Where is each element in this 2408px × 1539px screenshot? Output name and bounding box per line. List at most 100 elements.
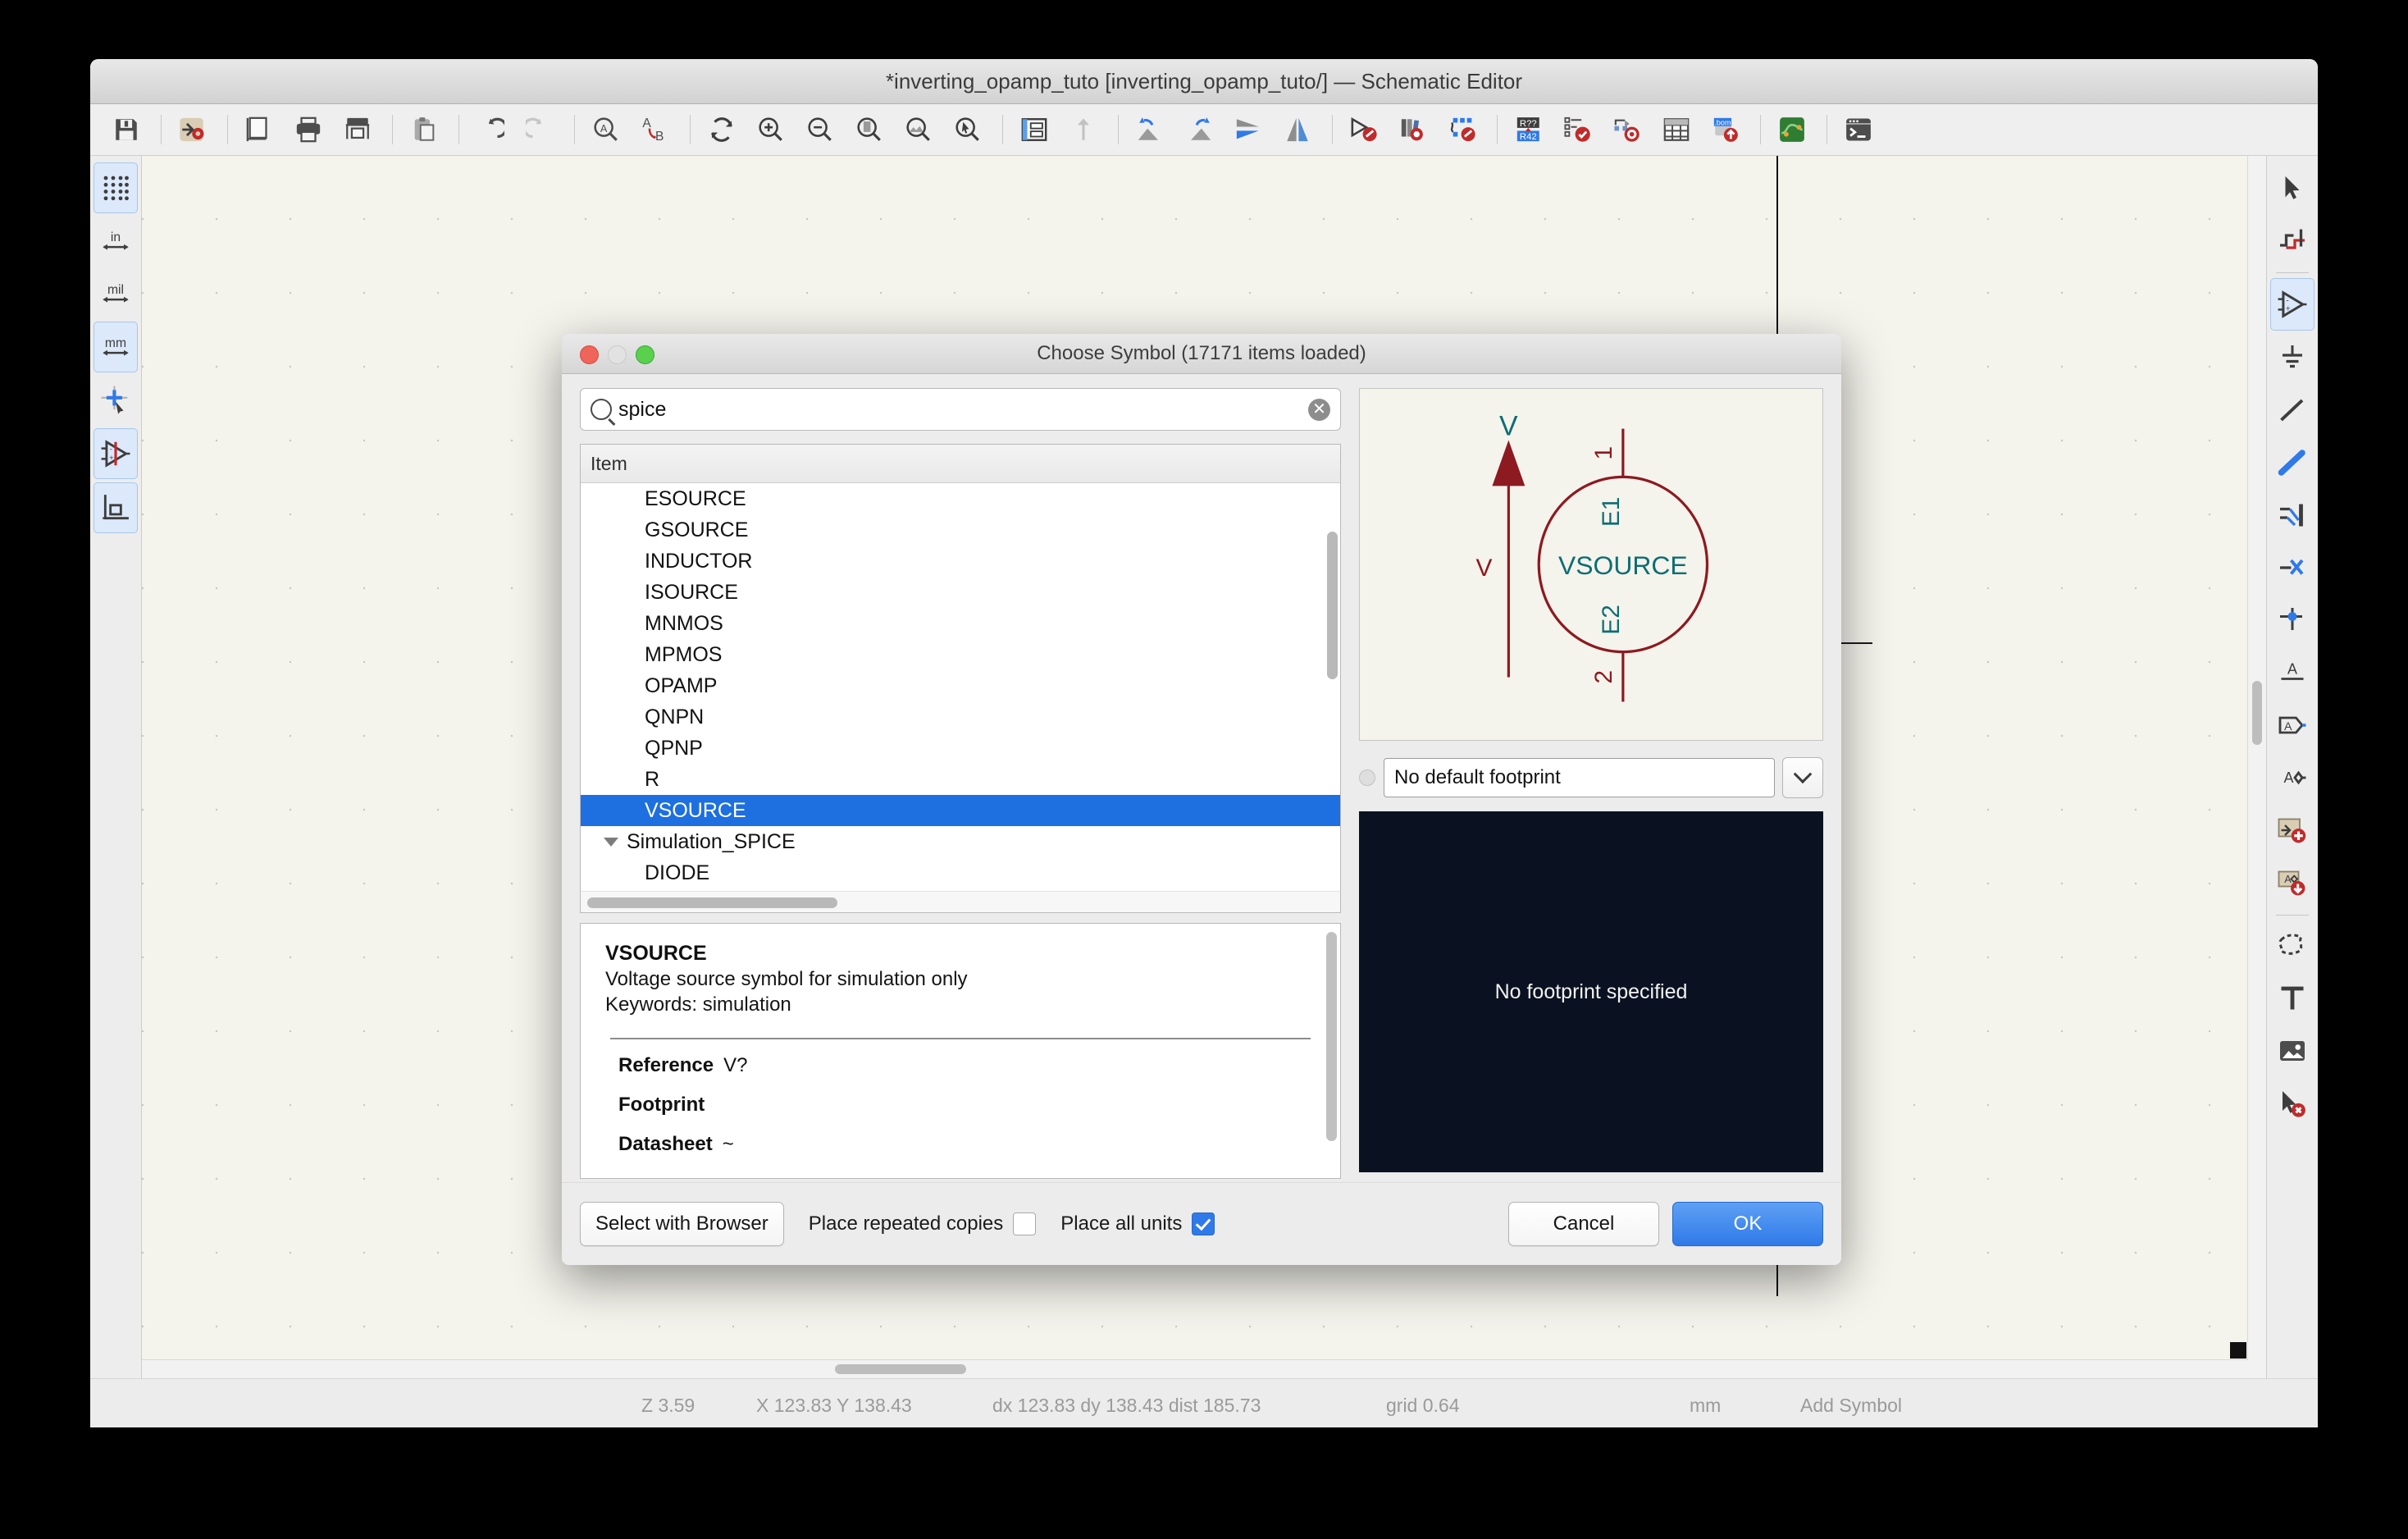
ok-button[interactable]: OK [1672, 1202, 1823, 1246]
symbol-tree[interactable]: Item ESOURCE GSOURCE INDUCTOR ISOURCE MN… [580, 444, 1341, 913]
scripting-console-button[interactable] [1836, 108, 1881, 151]
tree-item[interactable]: MNMOS [581, 608, 1340, 639]
place-all-units-checkbox-row[interactable]: Place all units [1060, 1212, 1215, 1235]
select-tool-button[interactable] [2271, 162, 2314, 213]
canvas-horizontal-scrollbar[interactable] [142, 1359, 2248, 1378]
redo-button[interactable] [517, 108, 563, 151]
paste-button[interactable] [401, 108, 447, 151]
place-repeated-copies-checkbox[interactable] [1013, 1212, 1037, 1235]
print-button[interactable] [285, 108, 331, 151]
clear-icon[interactable]: ✕ [1308, 398, 1330, 421]
toggle-grid-button[interactable] [93, 162, 138, 213]
tree-item[interactable]: INDUCTOR [581, 546, 1340, 577]
tree-horizontal-scroll-thumb[interactable] [587, 897, 837, 908]
units-inches-button[interactable]: in [94, 217, 137, 266]
symbol-search-field[interactable]: ✕ [580, 388, 1341, 431]
highlight-net-button[interactable] [2271, 215, 2314, 266]
delete-tool-button[interactable] [2271, 1078, 2314, 1129]
chevron-down-icon[interactable] [604, 838, 618, 847]
add-no-connect-button[interactable] [2271, 542, 2314, 593]
draw-bus-button[interactable] [2271, 437, 2314, 488]
canvas-vertical-scrollbar[interactable] [2247, 156, 2266, 1378]
mirror-horizontal-button[interactable] [1225, 108, 1271, 151]
hierarchy-navigator-button[interactable] [1011, 108, 1057, 151]
rotate-ccw-button[interactable] [1127, 108, 1173, 151]
add-hierarchical-label-button[interactable]: A [2271, 752, 2314, 803]
annotate-button[interactable]: R?? R42 [1506, 108, 1552, 151]
add-hierarchical-sheet-button[interactable] [2271, 805, 2314, 856]
zoom-in-button[interactable] [748, 108, 794, 151]
tree-horizontal-scrollbar[interactable] [581, 891, 1340, 912]
select-with-browser-button[interactable]: Select with Browser [580, 1202, 784, 1246]
svg-text:+: + [109, 454, 114, 463]
import-sheet-pin-button[interactable]: A [2271, 857, 2314, 908]
plot-button[interactable] [335, 108, 381, 151]
zoom-selection-button[interactable] [945, 108, 991, 151]
tree-item[interactable]: ESOURCE [581, 483, 1340, 514]
canvas-vertical-scroll-thumb[interactable] [2252, 681, 2262, 745]
place-repeated-copies-checkbox-row[interactable]: Place repeated copies [809, 1212, 1037, 1235]
add-symbol-button[interactable]: - + [2270, 278, 2315, 331]
add-net-label-button[interactable]: A [2271, 647, 2314, 698]
draw-polygon-button[interactable] [2271, 920, 2314, 971]
zoom-out-button[interactable] [797, 108, 843, 151]
bom-export-button[interactable]: .bom [1703, 108, 1749, 151]
cancel-button[interactable]: Cancel [1508, 1202, 1659, 1246]
tree-item[interactable]: R [581, 764, 1340, 795]
main-toolbar: A AB R?? R42 .bom [90, 104, 2318, 156]
tree-vertical-scrollbar[interactable] [1327, 492, 1338, 898]
zoom-fit-objects-button[interactable] [896, 108, 942, 151]
description-field-reference: Reference V? [618, 1054, 1316, 1077]
add-junction-button[interactable] [2271, 595, 2314, 646]
edit-symbol-fields-button[interactable] [1341, 108, 1387, 151]
tree-item[interactable]: DIODE [581, 857, 1340, 888]
tree-rows[interactable]: ESOURCE GSOURCE INDUCTOR ISOURCE MNMOS M… [581, 483, 1340, 891]
find-replace-button[interactable]: AB [632, 108, 678, 151]
tree-item[interactable]: MPMOS [581, 639, 1340, 670]
description-scroll-thumb[interactable] [1326, 932, 1337, 1141]
units-mils-button[interactable]: mil [94, 269, 137, 318]
footprint-assignment-button[interactable] [1439, 108, 1485, 151]
footprint-field[interactable]: No default footprint [1384, 758, 1775, 797]
toggle-erc-errors-button[interactable]: - + [93, 428, 138, 479]
tree-item-selected[interactable]: VSOURCE [581, 795, 1340, 826]
tree-vertical-scroll-thumb[interactable] [1327, 532, 1338, 679]
tree-item[interactable]: ISOURCE [581, 577, 1340, 608]
search-input[interactable] [617, 396, 1308, 422]
erc-button[interactable] [1555, 108, 1601, 151]
save-button[interactable] [103, 108, 149, 151]
undo-button[interactable] [467, 108, 513, 151]
leave-sheet-button[interactable] [1060, 108, 1106, 151]
canvas-horizontal-scroll-thumb[interactable] [835, 1364, 966, 1374]
footprint-radio[interactable] [1359, 770, 1375, 786]
add-bus-entry-button[interactable] [2271, 490, 2314, 541]
units-millimeters-button[interactable]: mm [93, 322, 138, 372]
tree-item[interactable]: QNPN [581, 701, 1340, 733]
add-global-label-button[interactable]: A [2271, 700, 2314, 751]
toggle-bounding-boxes-button[interactable] [93, 482, 138, 533]
footprint-dropdown-button[interactable] [1782, 757, 1823, 798]
refresh-button[interactable] [699, 108, 745, 151]
preview-symbol-name: VSOURCE [1558, 550, 1688, 580]
zoom-fit-page-button[interactable] [846, 108, 892, 151]
tree-item[interactable]: OPAMP [581, 670, 1340, 701]
netlist-button[interactable] [1604, 108, 1650, 151]
tree-item[interactable]: QPNP [581, 733, 1340, 764]
toggle-full-crosshair-button[interactable] [94, 376, 137, 425]
open-pcb-editor-button[interactable] [1769, 108, 1815, 151]
add-text-button[interactable] [2271, 973, 2314, 1024]
symbol-library-editor-button[interactable] [1390, 108, 1436, 151]
place-all-units-checkbox[interactable] [1192, 1212, 1215, 1235]
add-image-button[interactable] [2271, 1025, 2314, 1076]
tree-item[interactable]: GSOURCE [581, 514, 1340, 546]
add-power-symbol-button[interactable] [2271, 332, 2314, 383]
draw-wire-button[interactable] [2271, 385, 2314, 436]
page-settings-button[interactable] [236, 108, 282, 151]
tree-group[interactable]: Simulation_SPICE [581, 826, 1340, 857]
mirror-vertical-button[interactable] [1275, 108, 1320, 151]
search-icon [591, 399, 612, 420]
find-button[interactable]: A [583, 108, 629, 151]
schematic-setup-button[interactable] [170, 108, 216, 151]
bom-table-button[interactable] [1653, 108, 1699, 151]
rotate-cw-button[interactable] [1176, 108, 1222, 151]
